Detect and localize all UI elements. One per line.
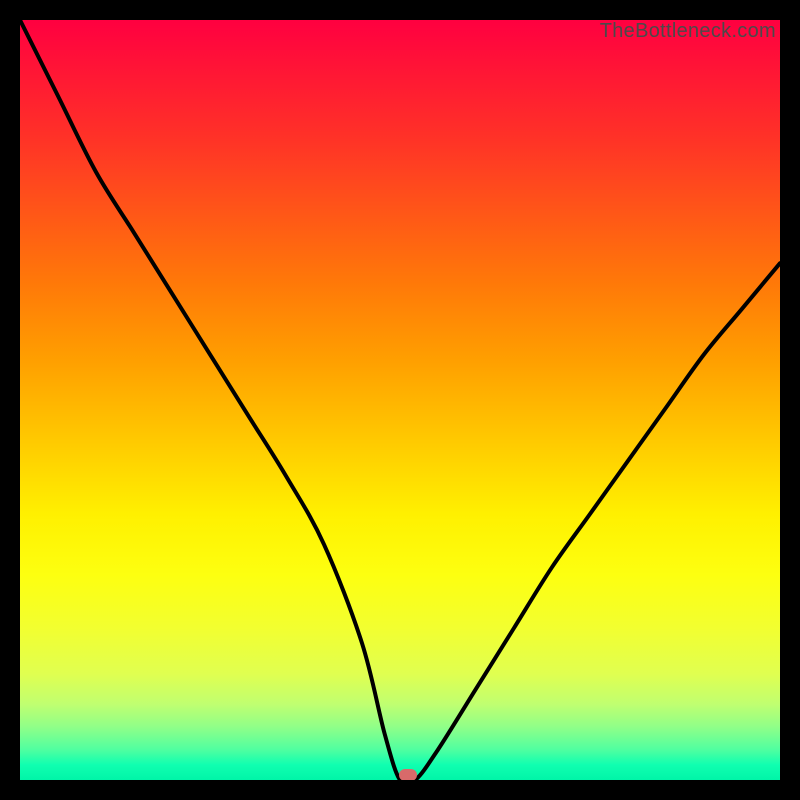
chart-frame: TheBottleneck.com	[0, 0, 800, 800]
plot-area: TheBottleneck.com	[20, 20, 780, 780]
watermark-text: TheBottleneck.com	[600, 20, 776, 43]
bottleneck-curve-path	[20, 20, 780, 780]
minimum-marker	[399, 769, 417, 780]
curve-svg	[20, 20, 780, 780]
